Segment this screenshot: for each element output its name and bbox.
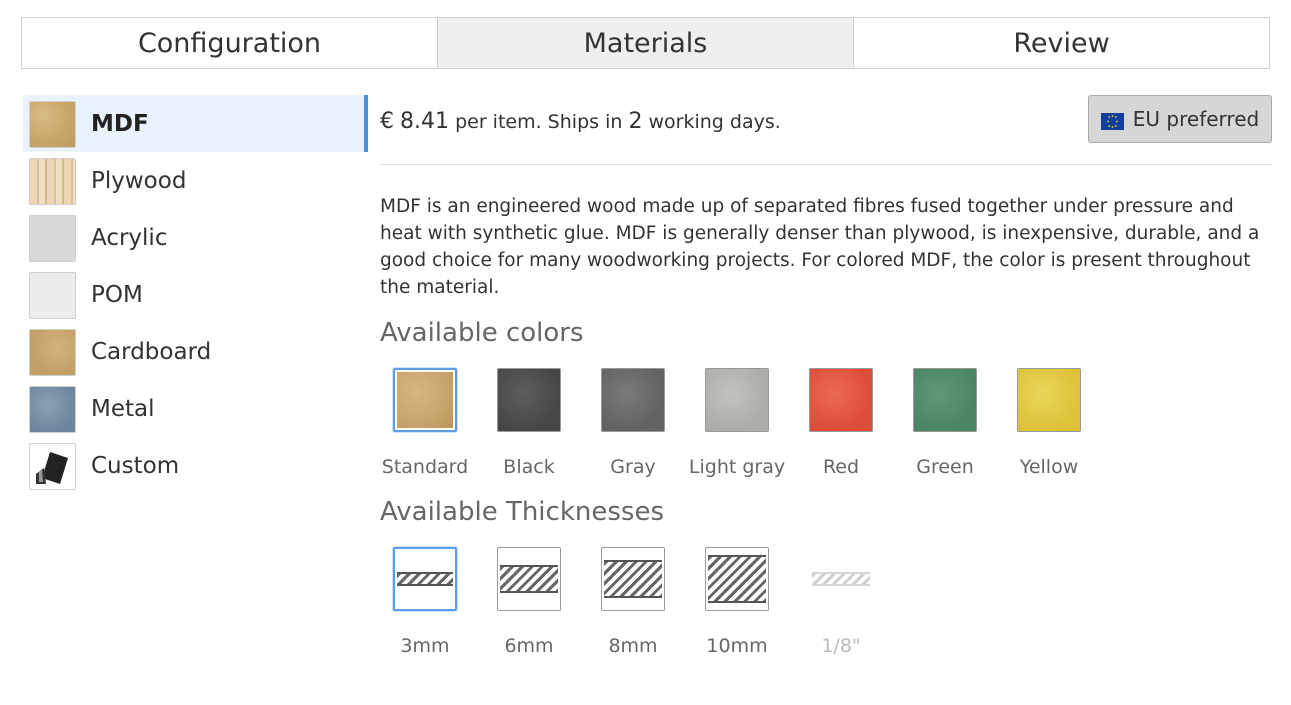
divider bbox=[380, 164, 1272, 165]
step-tabs: Configuration Materials Review bbox=[21, 17, 1270, 69]
ship-days: 2 bbox=[628, 109, 643, 134]
color-swatch bbox=[1017, 368, 1081, 432]
color-label: Yellow bbox=[1019, 456, 1079, 478]
color-label: Green bbox=[916, 456, 974, 478]
colors-heading: Available colors bbox=[380, 318, 584, 348]
thickness-label: 1/8" bbox=[821, 635, 861, 657]
thickness-label: 3mm bbox=[400, 635, 450, 657]
color-option-light-gray[interactable]: Light gray bbox=[688, 368, 809, 478]
thicknesses-heading: Available Thicknesses bbox=[380, 497, 664, 527]
metal-thumbnail-icon bbox=[29, 386, 76, 433]
color-swatch bbox=[393, 368, 457, 432]
material-item-metal[interactable]: Metal bbox=[23, 380, 368, 437]
color-label: Standard bbox=[381, 456, 469, 478]
color-label: Gray bbox=[610, 456, 656, 478]
color-label: Black bbox=[503, 456, 555, 478]
material-item-acrylic[interactable]: Acrylic bbox=[23, 209, 368, 266]
thickness-options: 3mm 6mm 8mm 10mm 1/8" bbox=[393, 547, 913, 657]
color-option-red[interactable]: Red bbox=[809, 368, 913, 478]
thickness-swatch bbox=[393, 547, 457, 611]
material-item-label: MDF bbox=[91, 110, 149, 137]
material-item-mdf[interactable]: MDF bbox=[23, 95, 368, 152]
cardboard-thumbnail-icon bbox=[29, 329, 76, 376]
hatch-10mm-icon bbox=[708, 555, 766, 603]
price-bar: € 8.41 per item. Ships in 2 working days… bbox=[380, 95, 1272, 165]
material-item-label: Cardboard bbox=[91, 338, 212, 365]
color-option-standard[interactable]: Standard bbox=[381, 368, 497, 478]
color-label: Red bbox=[822, 456, 860, 478]
material-item-label: Metal bbox=[91, 395, 155, 422]
thickness-swatch bbox=[497, 547, 561, 611]
color-swatch bbox=[601, 368, 665, 432]
mdf-thumbnail-icon bbox=[29, 101, 76, 148]
price-amount: 8.41 bbox=[400, 109, 450, 134]
price-currency: € bbox=[380, 109, 394, 134]
thickness-label: 8mm bbox=[608, 635, 658, 657]
material-item-label: Acrylic bbox=[91, 224, 168, 251]
ship-days-text: working days. bbox=[648, 111, 781, 133]
color-option-yellow[interactable]: Yellow bbox=[1017, 368, 1121, 478]
thickness-option-6mm[interactable]: 6mm bbox=[497, 547, 601, 657]
tab-materials[interactable]: Materials bbox=[438, 18, 854, 68]
material-item-custom[interactable]: Custom bbox=[23, 437, 368, 494]
custom-material-icon bbox=[29, 443, 76, 490]
plywood-thumbnail-icon bbox=[29, 158, 76, 205]
thickness-option-10mm[interactable]: 10mm bbox=[705, 547, 809, 657]
material-list: MDF Plywood Acrylic POM Cardboard Metal … bbox=[23, 95, 368, 494]
thickness-option-3mm[interactable]: 3mm bbox=[393, 547, 497, 657]
eu-preferred-label: EU preferred bbox=[1132, 107, 1260, 131]
color-swatch bbox=[705, 368, 769, 432]
thickness-option-1-8in: 1/8" bbox=[809, 547, 913, 657]
color-label: Light gray bbox=[688, 456, 786, 478]
material-item-plywood[interactable]: Plywood bbox=[23, 152, 368, 209]
pom-thumbnail-icon bbox=[29, 272, 76, 319]
acrylic-thumbnail-icon bbox=[29, 215, 76, 262]
material-description: MDF is an engineered wood made up of sep… bbox=[380, 196, 1260, 298]
color-option-green[interactable]: Green bbox=[913, 368, 1017, 478]
material-item-label: Custom bbox=[91, 452, 180, 479]
hatch-6mm-icon bbox=[500, 565, 558, 593]
thickness-swatch bbox=[809, 547, 873, 611]
thickness-swatch bbox=[601, 547, 665, 611]
material-item-cardboard[interactable]: Cardboard bbox=[23, 323, 368, 380]
eu-preferred-button[interactable]: EU preferred bbox=[1088, 95, 1272, 143]
color-swatches: Standard Black Gray Light gray Red Green… bbox=[381, 368, 1121, 478]
hatch-8mm-icon bbox=[604, 560, 662, 598]
tab-review[interactable]: Review bbox=[854, 18, 1269, 68]
thickness-swatch bbox=[705, 547, 769, 611]
thickness-label: 6mm bbox=[504, 635, 554, 657]
color-swatch bbox=[809, 368, 873, 432]
material-details: € 8.41 per item. Ships in 2 working days… bbox=[380, 95, 1272, 657]
eu-flag-icon bbox=[1100, 111, 1124, 130]
hatch-1-8in-icon bbox=[812, 572, 870, 586]
color-option-black[interactable]: Black bbox=[497, 368, 601, 478]
material-item-label: POM bbox=[91, 281, 143, 308]
thickness-label: 10mm bbox=[706, 635, 768, 657]
hatch-3mm-icon bbox=[397, 572, 453, 586]
tab-configuration[interactable]: Configuration bbox=[22, 18, 438, 68]
price-per-item-text: per item. Ships in bbox=[455, 111, 623, 133]
color-swatch bbox=[497, 368, 561, 432]
material-item-pom[interactable]: POM bbox=[23, 266, 368, 323]
thickness-option-8mm[interactable]: 8mm bbox=[601, 547, 705, 657]
price-info: € 8.41 per item. Ships in 2 working days… bbox=[380, 109, 781, 134]
color-swatch bbox=[913, 368, 977, 432]
material-item-label: Plywood bbox=[91, 167, 187, 194]
